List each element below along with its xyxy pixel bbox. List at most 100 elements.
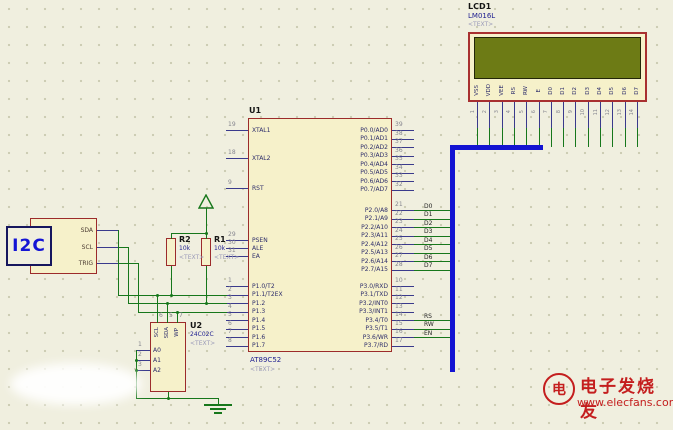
lcd-wire[interactable] <box>600 128 601 147</box>
net-label[interactable]: EN <box>424 330 432 337</box>
net-wire[interactable] <box>414 253 453 254</box>
lcd-pin[interactable] <box>526 102 527 128</box>
data-bus-horizontal[interactable] <box>450 145 543 150</box>
u1-pin-name: EA <box>252 253 260 260</box>
lcd-wire[interactable] <box>588 128 589 147</box>
resistor-r1-value[interactable]: 10k <box>214 245 225 253</box>
net-wire[interactable] <box>414 219 453 220</box>
net-label[interactable]: D1 <box>424 211 432 218</box>
lcd-wire[interactable] <box>612 128 613 147</box>
u1-pin[interactable] <box>392 270 414 271</box>
net-wire[interactable] <box>414 227 453 228</box>
u1-pin[interactable] <box>226 188 248 189</box>
i2c-label-box[interactable]: I2C <box>6 226 52 266</box>
lcd-model[interactable]: LM016L <box>468 12 495 20</box>
junction-dot <box>156 294 159 297</box>
u1-pin-number: 18 <box>228 150 236 156</box>
net-label[interactable]: D6 <box>424 254 432 261</box>
u1-pin[interactable] <box>226 158 248 159</box>
resistor-r1-body[interactable] <box>201 238 211 266</box>
power-arrow-icon[interactable] <box>198 194 214 209</box>
i2c-pin-sda[interactable] <box>97 230 118 231</box>
u1-placeholder[interactable]: <TEXT> <box>250 366 275 373</box>
net-wire[interactable] <box>414 236 453 237</box>
lcd-pin[interactable] <box>477 102 478 128</box>
u2-placeholder[interactable]: <TEXT> <box>190 340 215 347</box>
net-wire[interactable] <box>414 210 453 211</box>
u2-model[interactable]: 24C02C <box>190 331 214 339</box>
wire[interactable] <box>167 303 168 323</box>
u1-pin-number: 31 <box>228 248 236 254</box>
resistor-r1-ref[interactable]: R1 <box>214 235 226 244</box>
lcd-wire[interactable] <box>563 128 564 147</box>
net-label[interactable]: D5 <box>424 245 432 252</box>
lcd-pin[interactable] <box>575 102 576 128</box>
u1-pin-number: 7 <box>228 329 232 335</box>
resistor-r2-placeholder[interactable]: <TEXT> <box>179 254 204 261</box>
u1-pin-name: P2.0/A8 <box>296 207 388 214</box>
u2-pin-a2[interactable] <box>136 370 150 371</box>
lcd-pin[interactable] <box>563 102 564 128</box>
lcd-wire[interactable] <box>575 128 576 147</box>
lcd-wire[interactable] <box>551 128 552 147</box>
data-bus-vertical[interactable] <box>450 145 455 372</box>
resistor-r1-placeholder[interactable]: <TEXT> <box>214 254 239 261</box>
i2c-pin-scl[interactable] <box>97 247 118 248</box>
net-label[interactable]: RS <box>424 313 432 320</box>
u1-pin[interactable] <box>226 130 248 131</box>
net-label[interactable]: D2 <box>424 220 432 227</box>
u1-pin[interactable] <box>392 346 414 347</box>
lcd-placeholder[interactable]: <TEXT> <box>468 21 493 28</box>
i2c-pin-trig[interactable] <box>97 263 118 264</box>
u1-pin-name: P2.1/A9 <box>296 215 388 222</box>
resistor-r2-ref[interactable]: R2 <box>179 235 191 244</box>
resistor-r2-body[interactable] <box>166 238 176 266</box>
wire[interactable] <box>128 247 129 304</box>
u1-pin-name: P0.2/AD2 <box>296 144 388 151</box>
lcd-pin[interactable] <box>539 102 540 128</box>
net-wire[interactable] <box>414 329 453 330</box>
lcd-pin[interactable] <box>489 102 490 128</box>
wire[interactable] <box>138 263 139 313</box>
wire[interactable] <box>206 266 207 304</box>
wire[interactable] <box>136 398 219 399</box>
lcd-pin[interactable] <box>612 102 613 128</box>
lcd-pin[interactable] <box>514 102 515 128</box>
u1-model[interactable]: AT89C52 <box>250 356 281 364</box>
net-label[interactable]: D0 <box>424 203 432 210</box>
lcd-wire[interactable] <box>637 128 638 147</box>
lcd-pin[interactable] <box>588 102 589 128</box>
u1-pin-name: XTAL2 <box>252 155 270 162</box>
lcd-pin[interactable] <box>600 102 601 128</box>
wire[interactable] <box>171 233 172 239</box>
lcd-pin-name-text: VSS <box>474 85 480 96</box>
net-wire[interactable] <box>414 337 453 338</box>
wire[interactable] <box>128 303 227 304</box>
net-label[interactable]: D7 <box>424 262 432 269</box>
wire[interactable] <box>118 263 139 264</box>
net-wire[interactable] <box>414 270 453 271</box>
u1-ref[interactable]: U1 <box>249 106 261 115</box>
lcd-pin-number: 1 <box>469 104 477 120</box>
net-label[interactable]: D4 <box>424 237 432 244</box>
net-wire[interactable] <box>414 261 453 262</box>
lcd-ref[interactable]: LCD1 <box>468 2 491 11</box>
net-label[interactable]: D3 <box>424 228 432 235</box>
u1-pin[interactable] <box>226 346 248 347</box>
lcd-pin[interactable] <box>502 102 503 128</box>
wire[interactable] <box>171 233 207 234</box>
ground-icon[interactable] <box>204 404 232 415</box>
lcd-pin-number-text: 6 <box>531 110 537 113</box>
lcd-pin[interactable] <box>637 102 638 128</box>
net-label[interactable]: RW <box>424 321 434 328</box>
u1-pin-number: 37 <box>395 139 403 145</box>
wire[interactable] <box>157 295 158 324</box>
u2-ref[interactable]: U2 <box>190 321 202 330</box>
lcd-pin[interactable] <box>625 102 626 128</box>
u1-pin[interactable] <box>392 190 414 191</box>
lcd-wire[interactable] <box>625 128 626 147</box>
lcd-pin[interactable] <box>551 102 552 128</box>
resistor-r2-value[interactable]: 10k <box>179 245 190 253</box>
net-wire[interactable] <box>414 244 453 245</box>
wire[interactable] <box>171 266 172 296</box>
